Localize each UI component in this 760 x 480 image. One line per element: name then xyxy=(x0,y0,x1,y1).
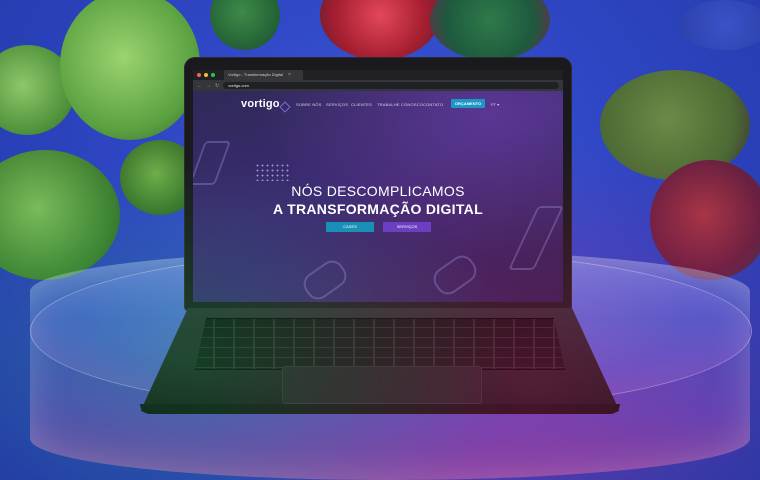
plant-leaf xyxy=(60,0,200,140)
nav-item-trabalhe-conosco[interactable]: TRABALHE CONOSCO xyxy=(377,102,423,107)
language-selector[interactable]: PT ▾ xyxy=(491,102,499,107)
plant-leaf xyxy=(650,160,760,280)
photo-scene: Vortigo - Transformação Digital × ← → ↻ … xyxy=(0,0,760,480)
close-icon[interactable]: × xyxy=(288,72,291,78)
maximize-window-dot[interactable] xyxy=(211,73,215,77)
nav-item-contato[interactable]: CONTATO xyxy=(423,102,443,107)
nav-item-sobre-nos[interactable]: SOBRE NÓS xyxy=(296,102,322,107)
browser-tabbar: Vortigo - Transformação Digital × xyxy=(193,70,563,80)
nav-item-servicos[interactable]: SERVIÇOS xyxy=(326,102,348,107)
dot-grid-decoration xyxy=(255,163,289,181)
laptop-trackpad xyxy=(282,366,482,404)
decorative-chevron xyxy=(298,255,352,302)
plant-leaf xyxy=(430,0,550,60)
plant-leaf xyxy=(680,0,760,50)
hero-headline-line1: NÓS DESCOMPLICAMOS xyxy=(291,183,465,199)
tab-title: Vortigo - Transformação Digital xyxy=(228,72,283,77)
plant-leaf xyxy=(0,150,120,280)
laptop-front-edge xyxy=(140,404,620,414)
browser-tab[interactable]: Vortigo - Transformação Digital × xyxy=(224,70,303,80)
plant-leaf xyxy=(210,0,280,50)
laptop-screen: Vortigo - Transformação Digital × ← → ↻ … xyxy=(193,70,563,302)
keyboard-rows xyxy=(195,318,565,370)
cases-button[interactable]: CASES xyxy=(326,222,374,232)
decorative-chevron xyxy=(193,141,232,185)
address-bar[interactable]: vortigo.com xyxy=(223,82,559,89)
close-window-dot[interactable] xyxy=(197,73,201,77)
services-button[interactable]: SERVIÇOS xyxy=(383,222,431,232)
nav-item-clientes[interactable]: CLIENTES xyxy=(351,102,372,107)
browser-toolbar: ← → ↻ vortigo.com xyxy=(193,80,563,91)
site-navbar: vortigo SOBRE NÓS SERVIÇOS CLIENTES TRAB… xyxy=(193,97,563,113)
minimize-window-dot[interactable] xyxy=(204,73,208,77)
site-logo[interactable]: vortigo xyxy=(241,98,280,110)
logo-mark-icon xyxy=(279,101,291,113)
budget-button[interactable]: ORÇAMENTO xyxy=(451,99,485,108)
forward-icon[interactable]: → xyxy=(206,83,211,89)
url-text: vortigo.com xyxy=(228,83,249,88)
hero-headline-line2: A TRANSFORMAÇÃO DIGITAL xyxy=(273,201,483,217)
plant-leaf xyxy=(320,0,440,60)
website: vortigo SOBRE NÓS SERVIÇOS CLIENTES TRAB… xyxy=(193,91,563,302)
decorative-chevron xyxy=(428,250,482,300)
reload-icon[interactable]: ↻ xyxy=(215,83,219,89)
back-icon[interactable]: ← xyxy=(197,83,202,89)
